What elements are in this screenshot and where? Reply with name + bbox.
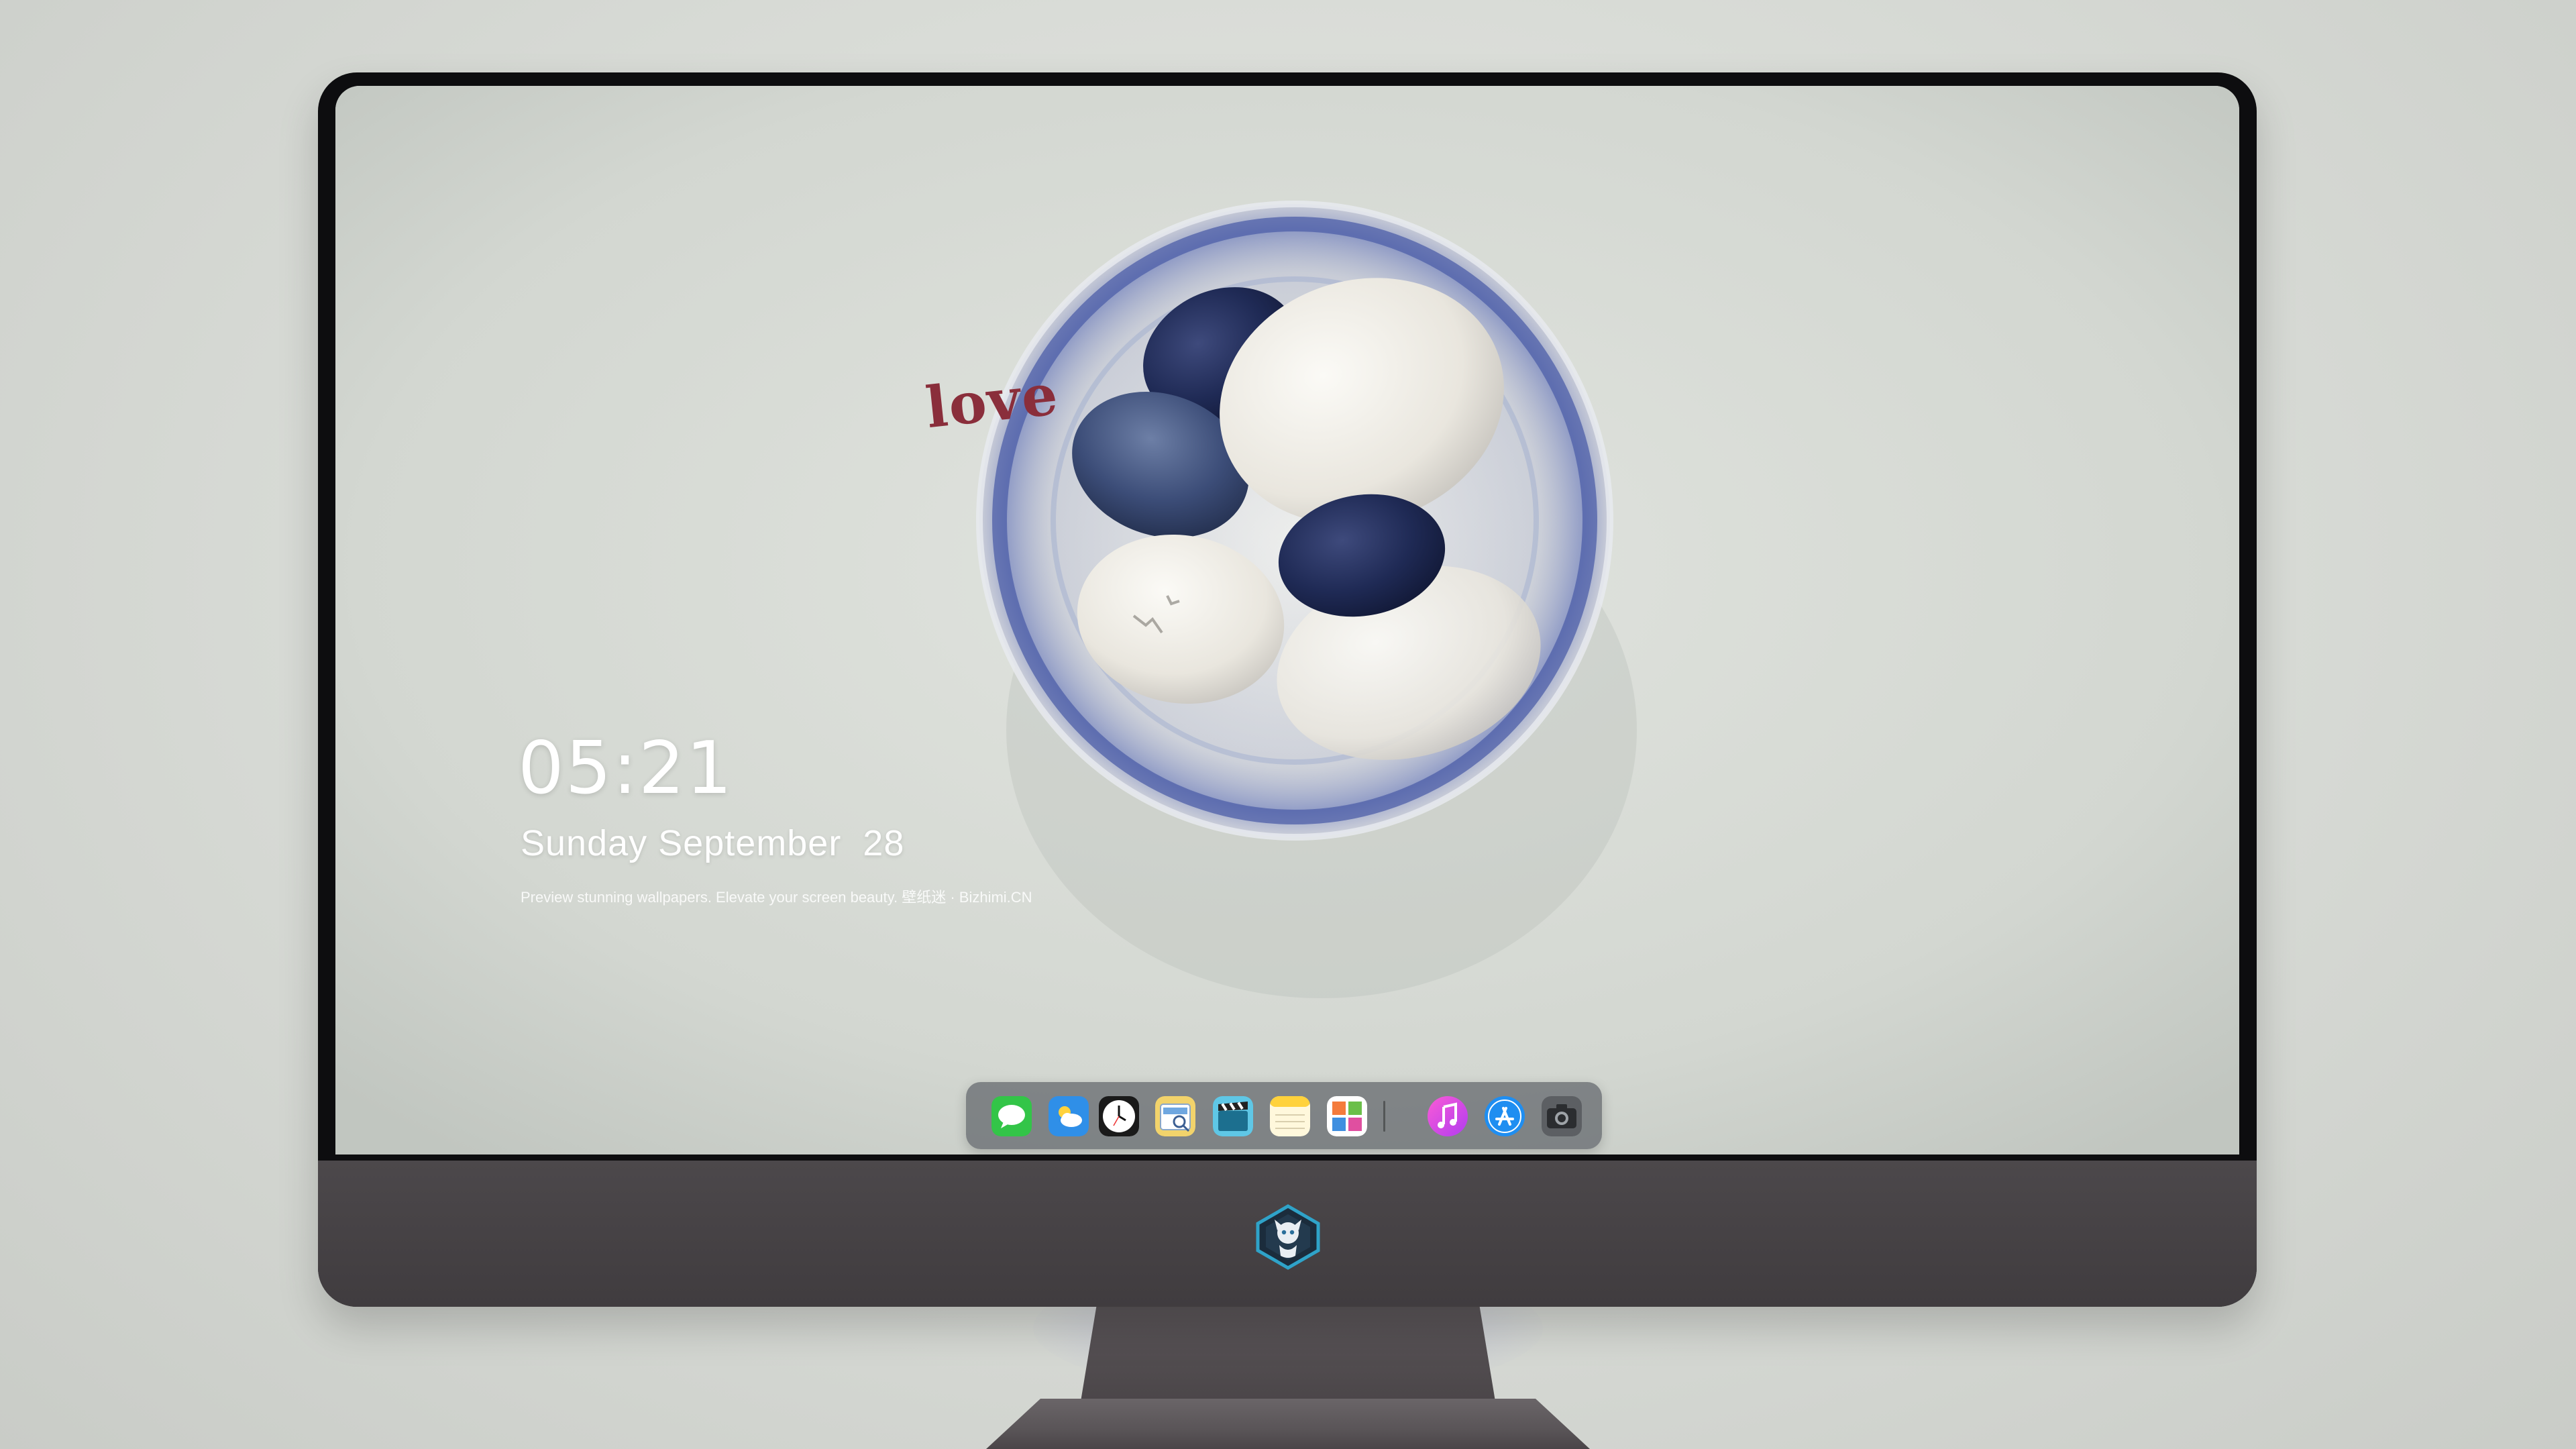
messages-icon[interactable] <box>991 1096 1032 1136</box>
music-icon[interactable] <box>1428 1096 1468 1136</box>
weather-icon[interactable] <box>1049 1096 1089 1136</box>
desktop-screen: love 05:21 Sunday September 28 Preview s… <box>335 86 2239 1155</box>
preview-icon[interactable] <box>1155 1096 1195 1136</box>
video-icon[interactable] <box>1213 1096 1253 1136</box>
lockscreen-date: Sunday September 28 <box>521 823 905 863</box>
app-store-icon[interactable] <box>1485 1096 1525 1136</box>
dock <box>966 1082 1602 1149</box>
stone-love-text: love <box>922 360 1062 441</box>
monitor-stand-neck <box>1080 1305 1496 1405</box>
lockscreen-tagline: Preview stunning wallpapers. Elevate you… <box>521 889 1032 906</box>
wallpaper-image <box>335 86 2239 1155</box>
dock-separator <box>1383 1101 1385 1132</box>
brand-logo-icon <box>1252 1203 1324 1271</box>
monitor-stand-foot <box>986 1399 1590 1449</box>
photo-booth-icon[interactable] <box>1327 1096 1367 1136</box>
notes-icon[interactable] <box>1270 1096 1310 1136</box>
clock-icon[interactable] <box>1099 1096 1139 1136</box>
camera-icon[interactable] <box>1542 1096 1582 1136</box>
lockscreen-clock: 05:21 <box>518 727 734 810</box>
